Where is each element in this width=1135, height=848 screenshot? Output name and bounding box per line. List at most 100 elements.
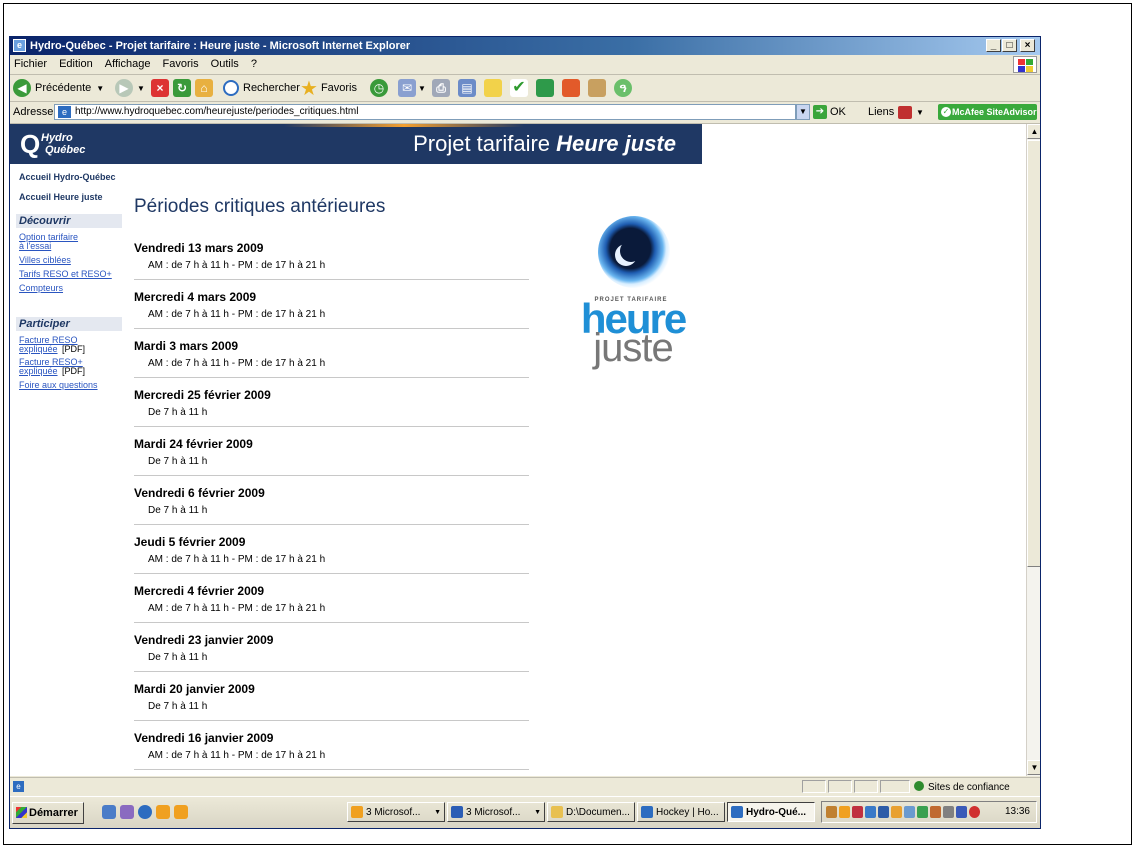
check-button[interactable]: ✔ [510,78,528,98]
print-button[interactable]: ⎙ [432,78,450,98]
refresh-icon: ↻ [173,79,191,97]
nav-compteurs[interactable]: Compteurs [19,283,63,293]
banner-title: Projet tarifaire Heure juste [413,131,676,157]
windows-flag-icon [1013,56,1037,73]
zone-label: Sites de confiance [928,782,1010,793]
tray-icon[interactable] [865,806,876,818]
divider [134,720,529,721]
pdf-badge: [PDF] [62,366,86,376]
stop-button[interactable]: × [151,78,169,98]
mcafee-label: McAfee SiteAdvisor [952,107,1037,117]
taskbar-item-active[interactable]: Hydro-Qué... [727,802,815,822]
hydro-quebec-logo[interactable]: Q Hydro Québec [10,124,134,164]
tray-icon[interactable] [904,806,915,818]
forward-button[interactable]: ▶ ▼ [115,78,145,98]
nav-facture-reso-plus-line2[interactable]: expliquée [19,366,58,376]
messenger-button[interactable]: ዓ [614,78,632,98]
chevron-down-icon[interactable]: ▼ [916,102,924,123]
home-button[interactable]: ⌂ [195,78,213,98]
mail-button[interactable]: ✉ ▼ [398,78,426,98]
browser-window: e Hydro-Québec - Projet tarifaire : Heur… [9,36,1041,829]
page-viewport: Q Hydro Québec Projet tarifaire Heure ju… [10,124,1026,776]
menu-affichage[interactable]: Affichage [105,58,151,70]
edit-icon: ▤ [458,79,476,97]
tray-icon[interactable] [878,806,889,818]
nav-accueil-hydro-quebec[interactable]: Accueil Hydro-Québec [19,172,116,182]
address-input[interactable]: e http://www.hydroquebec.com/heurejuste/… [54,104,796,120]
tray-icon[interactable] [852,806,863,818]
quicklaunch-desktop-icon[interactable] [102,805,116,819]
vertical-scrollbar[interactable]: ▲ ▼ [1026,124,1040,776]
menu-fichier[interactable]: Fichier [14,58,47,70]
go-button[interactable]: OK [830,102,846,123]
security-zone: Sites de confiance [914,779,1010,797]
period-date: Mardi 3 mars 2009 [134,339,239,353]
books-icon [588,79,606,97]
start-label: Démarrer [29,807,78,819]
links-icon[interactable] [898,106,912,119]
tray-icon[interactable] [891,806,902,818]
nav-villes-ciblees[interactable]: Villes ciblées [19,255,71,265]
notes-button[interactable] [484,78,502,98]
nav-foire-aux-questions[interactable]: Foire aux questions [19,380,98,390]
red-tool-button[interactable] [562,78,580,98]
nav-facture-reso-line2[interactable]: expliquée [19,344,58,354]
taskbar-item[interactable]: Hockey | Ho... [637,802,725,822]
quicklaunch-office2-icon[interactable] [174,805,188,819]
period-entry: Vendredi 13 mars 2009 AM : de 7 h à 11 h… [134,234,529,284]
green-tool-button[interactable] [536,78,554,98]
menu-outils[interactable]: Outils [211,58,239,70]
status-cell [880,780,910,793]
period-entry: Mardi 3 mars 2009 AM : de 7 h à 11 h - P… [134,332,529,382]
start-button[interactable]: Démarrer [12,802,84,824]
tray-icon[interactable] [930,806,941,818]
task-label: Hockey | Ho... [656,807,719,818]
address-dropdown-button[interactable]: ▼ [796,104,810,120]
scroll-down-button[interactable]: ▼ [1027,760,1040,775]
edit-button[interactable]: ▤ [458,78,476,98]
period-time: AM : de 7 h à 11 h - PM : de 17 h à 21 h [148,260,326,271]
links-button[interactable]: Liens [868,102,894,123]
scroll-thumb[interactable] [1027,140,1040,567]
banner-title-prefix: Projet tarifaire [413,131,551,156]
taskbar-item[interactable]: 3 Microsof... ▼ [447,802,545,822]
scroll-up-button[interactable]: ▲ [1027,124,1040,139]
quicklaunch-ie-icon[interactable] [138,805,152,819]
quicklaunch-app-icon[interactable] [120,805,134,819]
maximize-button[interactable]: □ [1002,39,1017,52]
mcafee-siteadvisor-button[interactable]: ✓ McAfee SiteAdvisor [938,104,1037,120]
divider [134,622,529,623]
divider [134,475,529,476]
refresh-button[interactable]: ↻ [173,78,191,98]
research-button[interactable] [588,78,606,98]
nav-option-tarifaire-line2[interactable]: à l'essai [19,241,51,251]
menu-favoris[interactable]: Favoris [163,58,199,70]
taskbar-item[interactable]: 3 Microsof... ▼ [347,802,445,822]
favorites-button[interactable]: ★ Favoris [300,78,357,100]
tray-icon[interactable] [969,806,980,818]
taskbar-item[interactable]: D:\Documen... [547,802,635,822]
menu-edition[interactable]: Edition [59,58,93,70]
search-button[interactable]: Rechercher [223,78,300,98]
history-button[interactable]: ◷ [370,78,388,98]
back-button[interactable]: ◀ Précédente ▼ [13,78,104,98]
tray-icon[interactable] [826,806,837,818]
quicklaunch-office-icon[interactable] [156,805,170,819]
nav-tarifs-reso[interactable]: Tarifs RESO et RESO+ [19,269,112,279]
nav-accueil-heure-juste[interactable]: Accueil Heure juste [19,192,103,202]
tray-icon[interactable] [839,806,850,818]
volume-icon[interactable] [943,806,954,818]
period-time: De 7 h à 11 h [148,701,208,712]
period-date: Mardi 20 janvier 2009 [134,682,255,696]
tray-icon[interactable] [956,806,967,818]
page-icon: e [58,106,71,118]
nav-section-participer: Participer [16,317,122,331]
minimize-button[interactable]: _ [986,39,1001,52]
task-label: 3 Microsof... [466,807,521,818]
period-date: Vendredi 6 février 2009 [134,486,265,500]
close-button[interactable]: × [1020,39,1035,52]
go-arrow-icon[interactable]: ➔ [813,105,827,119]
tray-icon[interactable] [917,806,928,818]
menu-help[interactable]: ? [251,58,257,70]
period-date: Mercredi 4 mars 2009 [134,290,257,304]
